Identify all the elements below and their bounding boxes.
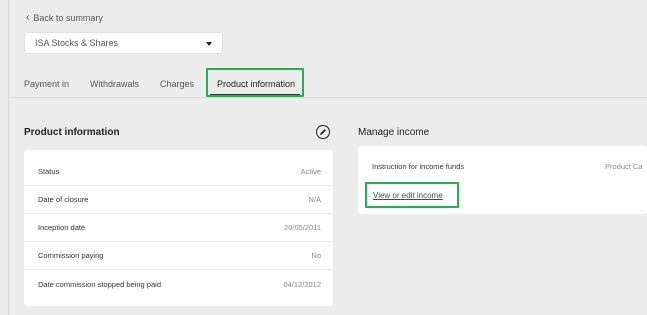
product-information-title: Product information <box>24 127 120 138</box>
account-select[interactable]: ISA Stocks & Shares <box>24 32 223 54</box>
tab-payment-in[interactable]: Payment in <box>24 72 69 96</box>
info-value: N/A <box>308 195 321 204</box>
pencil-icon[interactable] <box>316 125 330 139</box>
back-to-summary-link[interactable]: ‹ Back to summary <box>26 12 103 24</box>
info-row-status: Status Active <box>24 158 333 186</box>
tab-product-information[interactable]: Product information <box>217 72 295 96</box>
pencil-glyph <box>320 129 326 135</box>
info-label: Inception date <box>38 223 86 232</box>
product-information-card: Status Active Date of closure N/A Incept… <box>24 150 333 306</box>
back-link-label: Back to summary <box>33 13 103 23</box>
income-instruction-row: Instruction for income funds Product Ca <box>358 156 647 176</box>
info-value: Active <box>300 167 321 176</box>
chevron-left-icon: ‹ <box>26 12 30 23</box>
income-instruction-label: Instruction for income funds <box>372 161 465 171</box>
info-value: 04/12/2012 <box>283 279 321 289</box>
tab-withdrawals[interactable]: Withdrawals <box>90 72 139 96</box>
tab-charges[interactable]: Charges <box>160 72 194 96</box>
info-row-commission-paying: Commission paying No <box>24 242 333 270</box>
info-row-commission-stopped: Date commission stopped being paid 04/12… <box>24 270 333 298</box>
account-select-value: ISA Stocks & Shares <box>35 38 119 48</box>
info-value: No <box>311 251 321 260</box>
page-edge-line <box>8 0 9 315</box>
tabs-divider <box>9 97 647 98</box>
info-label: Commission paying <box>38 251 104 260</box>
info-row-date-of-closure: Date of closure N/A <box>24 186 333 214</box>
active-tab-underline <box>210 94 300 96</box>
manage-income-card: Instruction for income funds Product Ca <box>358 146 647 214</box>
info-row-inception-date: Inception date 20/05/2011 <box>24 214 333 242</box>
info-label: Status <box>38 167 60 176</box>
income-instruction-value: Product Ca <box>605 161 643 171</box>
info-label: Date of closure <box>38 195 89 204</box>
info-value: 20/05/2011 <box>284 223 321 232</box>
caret-down-icon <box>206 42 212 46</box>
view-edit-income-link[interactable]: View or edit income <box>373 191 443 200</box>
info-label: Date commission stopped being paid <box>38 279 161 289</box>
manage-income-title: Manage income <box>358 127 430 138</box>
